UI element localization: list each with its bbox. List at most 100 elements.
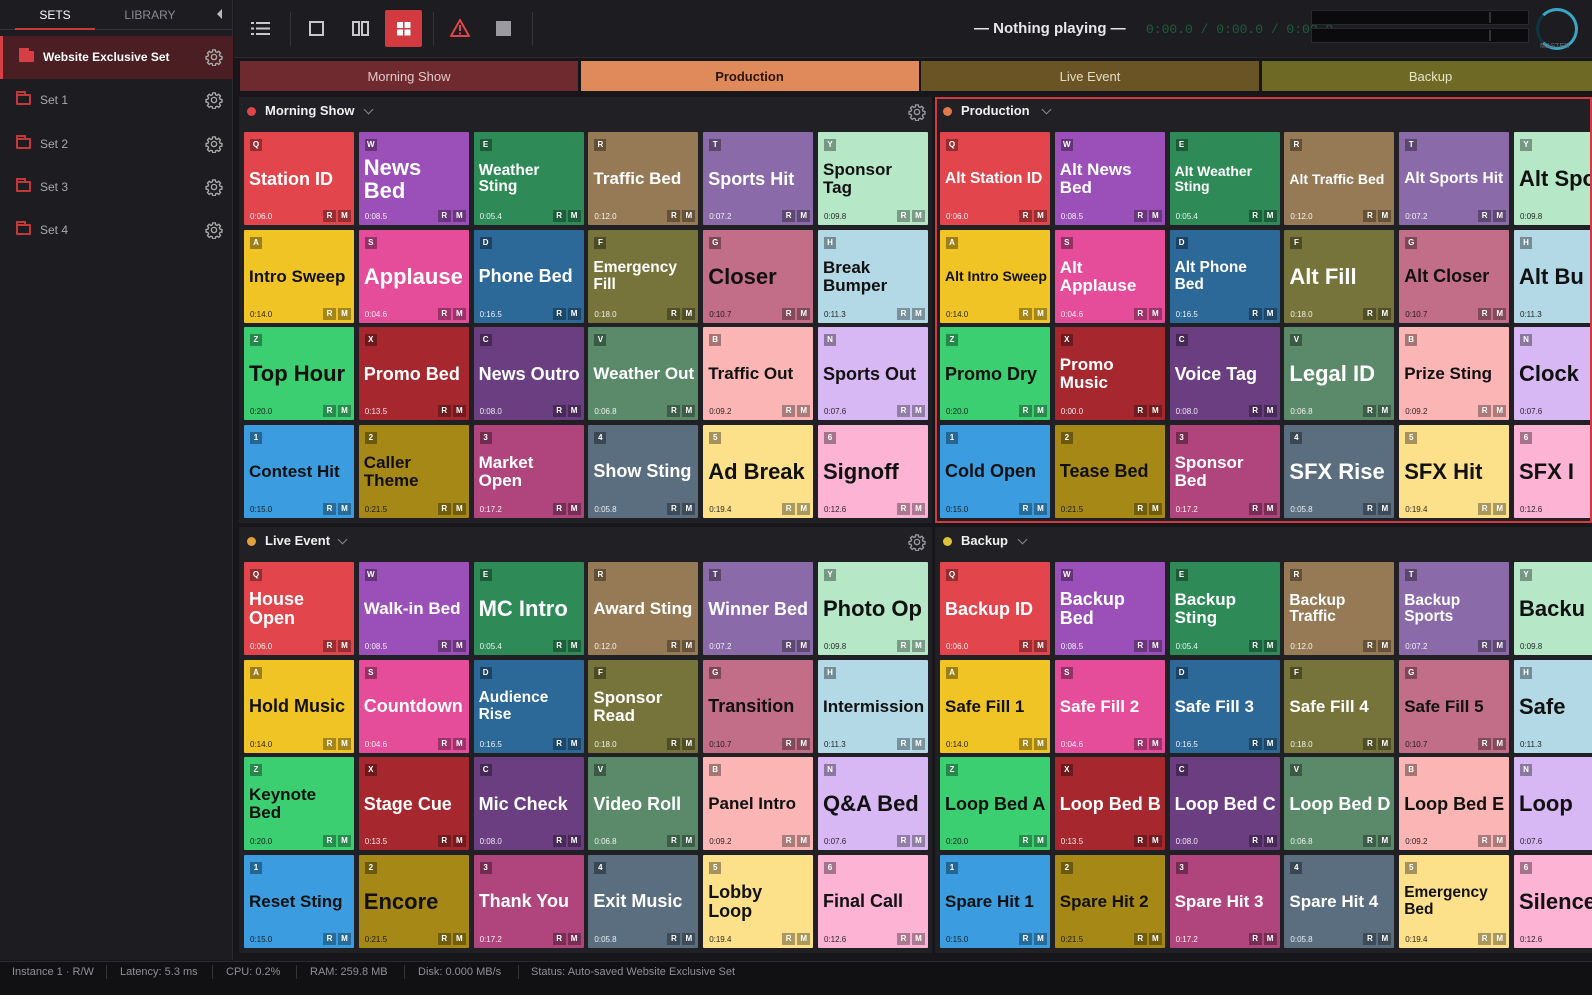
- sound-pad[interactable]: B Traffic Out 0:09.2 R M: [703, 327, 814, 420]
- mute-toggle[interactable]: M: [452, 737, 466, 750]
- tab-sets[interactable]: SETS: [15, 0, 95, 30]
- mute-toggle[interactable]: M: [1263, 405, 1277, 417]
- sound-pad[interactable]: B Panel Intro 0:09.2 R M: [703, 757, 814, 850]
- mute-toggle[interactable]: M: [1378, 405, 1392, 417]
- repeat-toggle[interactable]: R: [1133, 210, 1147, 222]
- mute-toggle[interactable]: M: [567, 835, 581, 847]
- set-item[interactable]: Set 2: [0, 123, 233, 166]
- mute-toggle[interactable]: M: [797, 307, 811, 320]
- mute-toggle[interactable]: M: [912, 210, 925, 222]
- sound-pad[interactable]: T Backup Sports 0:07.2 R M: [1399, 562, 1510, 655]
- mute-toggle[interactable]: M: [338, 502, 351, 515]
- repeat-toggle[interactable]: R: [552, 932, 566, 945]
- sound-pad[interactable]: Y Sponsor Tag 0:09.8 R M: [818, 132, 928, 225]
- sound-pad[interactable]: YBacku0:09.8RM: [1514, 562, 1592, 655]
- sound-pad[interactable]: D Audience Rise 0:16.5 R M: [473, 659, 584, 753]
- repeat-toggle[interactable]: R: [1478, 640, 1492, 652]
- repeat-toggle[interactable]: R: [1133, 640, 1147, 652]
- mute-toggle[interactable]: M: [912, 640, 925, 652]
- mute-toggle[interactable]: M: [1493, 405, 1507, 417]
- mute-toggle[interactable]: M: [682, 640, 696, 652]
- repeat-toggle[interactable]: R: [667, 737, 681, 750]
- mute-toggle[interactable]: M: [1493, 502, 1507, 515]
- repeat-toggle[interactable]: R: [1363, 932, 1377, 945]
- mute-toggle[interactable]: M: [1378, 307, 1392, 320]
- gear-icon[interactable]: [205, 135, 223, 154]
- repeat-toggle[interactable]: R: [323, 932, 336, 945]
- repeat-toggle[interactable]: R: [323, 307, 336, 320]
- sound-pad[interactable]: B Loop Bed E 0:09.2 R M: [1399, 757, 1510, 850]
- gear-icon[interactable]: [908, 533, 926, 552]
- sound-pad[interactable]: 2 Tease Bed 0:21.5 R M: [1054, 424, 1165, 518]
- repeat-toggle[interactable]: R: [1248, 307, 1262, 320]
- repeat-toggle[interactable]: R: [1478, 405, 1492, 417]
- mute-toggle[interactable]: M: [1148, 405, 1162, 417]
- sound-pad[interactable]: 6 Signoff 0:12.6 R M: [818, 424, 928, 518]
- collapse-sidebar-icon[interactable]: [217, 9, 222, 19]
- mute-toggle[interactable]: M: [452, 405, 466, 417]
- repeat-toggle[interactable]: R: [667, 502, 681, 515]
- mute-toggle[interactable]: M: [1034, 932, 1047, 945]
- mute-toggle[interactable]: M: [452, 640, 466, 652]
- sound-pad[interactable]: R Award Sting 0:12.0 R M: [588, 562, 699, 655]
- repeat-toggle[interactable]: R: [667, 640, 681, 652]
- repeat-toggle[interactable]: R: [1363, 405, 1377, 417]
- repeat-toggle[interactable]: R: [897, 835, 910, 847]
- mute-toggle[interactable]: M: [338, 210, 351, 222]
- sound-pad[interactable]: E Backup Sting 0:05.4 R M: [1169, 562, 1280, 655]
- mute-toggle[interactable]: M: [567, 640, 581, 652]
- sound-pad[interactable]: A Hold Music 0:14.0 R M: [244, 659, 354, 753]
- repeat-toggle[interactable]: R: [897, 737, 910, 750]
- sound-pad[interactable]: E Weather Sting 0:05.4 R M: [473, 132, 584, 225]
- repeat-toggle[interactable]: R: [552, 640, 566, 652]
- grid-layout-button[interactable]: [385, 10, 422, 47]
- repeat-toggle[interactable]: R: [1019, 932, 1032, 945]
- mute-toggle[interactable]: M: [682, 737, 696, 750]
- mute-toggle[interactable]: M: [1263, 210, 1277, 222]
- repeat-toggle[interactable]: R: [1248, 737, 1262, 750]
- sound-pad[interactable]: D Alt Phone Bed 0:16.5 R M: [1169, 229, 1280, 323]
- repeat-toggle[interactable]: R: [552, 835, 566, 847]
- sound-pad[interactable]: 6SFX I0:12.6RM: [1514, 424, 1590, 518]
- mute-toggle[interactable]: M: [452, 502, 466, 515]
- sound-pad[interactable]: Z Top Hour 0:20.0 R M: [244, 327, 354, 420]
- repeat-toggle[interactable]: R: [897, 502, 910, 515]
- repeat-toggle[interactable]: R: [1363, 737, 1377, 750]
- sound-pad[interactable]: R Alt Traffic Bed 0:12.0 R M: [1284, 132, 1395, 225]
- repeat-toggle[interactable]: R: [437, 307, 451, 320]
- sound-pad[interactable]: G Closer 0:10.7 R M: [703, 229, 814, 323]
- repeat-toggle[interactable]: R: [1478, 307, 1492, 320]
- sound-pad[interactable]: X Loop Bed B 0:13.5 R M: [1054, 757, 1165, 850]
- sound-pad[interactable]: V Weather Out 0:06.8 R M: [588, 327, 699, 420]
- sound-pad[interactable]: 6Silence0:12.6RM: [1514, 854, 1592, 948]
- sound-pad[interactable]: S Applause 0:04.6 R M: [358, 229, 469, 323]
- repeat-toggle[interactable]: R: [437, 502, 451, 515]
- page-tab[interactable]: Production: [580, 61, 919, 91]
- repeat-toggle[interactable]: R: [782, 932, 796, 945]
- repeat-toggle[interactable]: R: [552, 210, 566, 222]
- repeat-toggle[interactable]: R: [897, 640, 910, 652]
- sound-pad[interactable]: W Alt News Bed 0:08.5 R M: [1054, 132, 1165, 225]
- repeat-toggle[interactable]: R: [437, 640, 451, 652]
- mute-toggle[interactable]: M: [797, 502, 811, 515]
- repeat-toggle[interactable]: R: [897, 932, 910, 945]
- sound-pad[interactable]: C Mic Check 0:08.0 R M: [473, 757, 584, 850]
- repeat-toggle[interactable]: R: [1363, 307, 1377, 320]
- chevron-down-icon[interactable]: [1041, 104, 1052, 115]
- sound-pad[interactable]: 6 Final Call 0:12.6 R M: [818, 854, 928, 948]
- repeat-toggle[interactable]: R: [782, 640, 796, 652]
- repeat-toggle[interactable]: R: [323, 502, 336, 515]
- gear-icon[interactable]: [205, 221, 223, 240]
- sound-pad[interactable]: F Alt Fill 0:18.0 R M: [1284, 229, 1395, 323]
- mute-toggle[interactable]: M: [452, 210, 466, 222]
- repeat-toggle[interactable]: R: [667, 307, 681, 320]
- mute-toggle[interactable]: M: [682, 210, 696, 222]
- sound-pad[interactable]: S Countdown 0:04.6 R M: [358, 659, 469, 753]
- page-tab[interactable]: Morning Show: [240, 61, 578, 91]
- sound-pad[interactable]: S Alt Applause 0:04.6 R M: [1054, 229, 1165, 323]
- sound-pad[interactable]: X Promo Bed 0:13.5 R M: [358, 327, 469, 420]
- repeat-toggle[interactable]: R: [437, 835, 451, 847]
- mute-toggle[interactable]: M: [1493, 640, 1507, 652]
- sound-pad[interactable]: 5 SFX Hit 0:19.4 R M: [1399, 424, 1510, 518]
- sound-pad[interactable]: 2 Caller Theme 0:21.5 R M: [358, 424, 469, 518]
